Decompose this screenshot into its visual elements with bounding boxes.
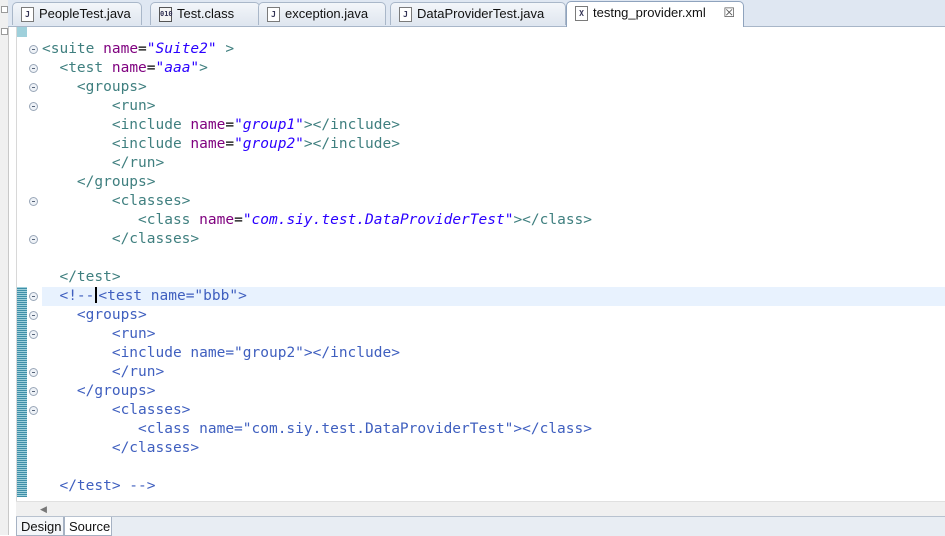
code-line: <test name="aaa"> <box>59 60 208 76</box>
tab-label: PeopleTest.java <box>39 6 131 21</box>
code-line: </run> <box>111 364 165 380</box>
code-line: </classes> <box>111 231 200 247</box>
current-line: <!-- <test name="bbb"> <box>42 287 945 306</box>
editor-gutter <box>17 27 41 501</box>
code-line: <class name="com.siy.test.DataProviderTe… <box>138 421 592 437</box>
xml-source-editor[interactable]: <suite name="Suite2" > <test name="aaa">… <box>16 27 945 501</box>
editor-tab-bar: J PeopleTest.java 010 Test.class J excep… <box>8 0 945 27</box>
code-line: </run> <box>111 155 165 171</box>
outer-view-edge <box>0 0 9 535</box>
tab-label: exception.java <box>285 6 369 21</box>
java-file-icon: J <box>21 7 34 22</box>
tab-exception-java[interactable]: J exception.java <box>258 2 386 25</box>
code-line: <groups> <box>76 307 147 323</box>
tab-testng-provider-xml[interactable]: X testng_provider.xml ☒ <box>566 1 744 27</box>
fold-toggle-icon[interactable] <box>29 235 38 244</box>
change-marker <box>17 27 27 37</box>
minimize-icon[interactable] <box>1 6 8 13</box>
close-icon[interactable]: ☒ <box>723 2 735 24</box>
tab-label: Test.class <box>177 6 235 21</box>
code-line: <run> <box>111 98 156 114</box>
fold-toggle-icon[interactable] <box>29 292 38 301</box>
java-file-icon: J <box>399 7 412 22</box>
scroll-left-icon[interactable]: ◀ <box>40 502 47 516</box>
code-lines: <suite name="Suite2" > <test name="aaa">… <box>42 40 945 496</box>
fold-toggle-icon[interactable] <box>29 311 38 320</box>
fold-toggle-icon[interactable] <box>29 45 38 54</box>
fold-toggle-icon[interactable] <box>29 102 38 111</box>
restore-icon[interactable] <box>1 28 8 35</box>
code-line: <classes> <box>111 402 191 418</box>
code-line: </test> <box>59 269 121 285</box>
horizontal-scrollbar[interactable]: ◀ <box>16 501 945 516</box>
tab-test-class[interactable]: 010 Test.class <box>150 2 260 25</box>
code-line: <include name="group2"></include> <box>111 345 400 361</box>
fold-toggle-icon[interactable] <box>29 387 38 396</box>
tab-design[interactable]: Design <box>16 517 64 536</box>
code-line: </classes> <box>111 440 200 456</box>
change-marker <box>17 287 27 497</box>
code-line: </test> --> <box>59 478 156 494</box>
java-file-icon: J <box>267 7 280 22</box>
tab-label: testng_provider.xml <box>593 5 706 20</box>
tab-label: DataProviderTest.java <box>417 6 545 21</box>
code-line: <groups> <box>76 79 147 95</box>
code-line: <include name="group2"></include> <box>111 136 400 152</box>
code-line: <suite name="Suite2" > <box>42 41 235 57</box>
fold-toggle-icon[interactable] <box>29 64 38 73</box>
code-line: <class name="com.siy.test.DataProviderTe… <box>138 212 593 228</box>
code-line: </groups> <box>76 383 156 399</box>
fold-toggle-icon[interactable] <box>29 406 38 415</box>
code-line: <classes> <box>111 193 191 209</box>
code-line: <run> <box>111 326 156 342</box>
class-file-icon: 010 <box>159 7 173 22</box>
editor-page-tabs: Design Source <box>16 516 945 536</box>
fold-toggle-icon[interactable] <box>29 368 38 377</box>
code-line: <include name="group1"></include> <box>111 117 400 133</box>
tab-peopletest-java[interactable]: J PeopleTest.java <box>12 2 142 25</box>
fold-toggle-icon[interactable] <box>29 330 38 339</box>
code-line: </groups> <box>76 174 156 190</box>
tab-source[interactable]: Source <box>64 517 112 536</box>
fold-toggle-icon[interactable] <box>29 83 38 92</box>
fold-toggle-icon[interactable] <box>29 197 38 206</box>
xml-file-icon: X <box>575 6 588 21</box>
tab-dataprovidertest-java[interactable]: J DataProviderTest.java <box>390 2 566 25</box>
